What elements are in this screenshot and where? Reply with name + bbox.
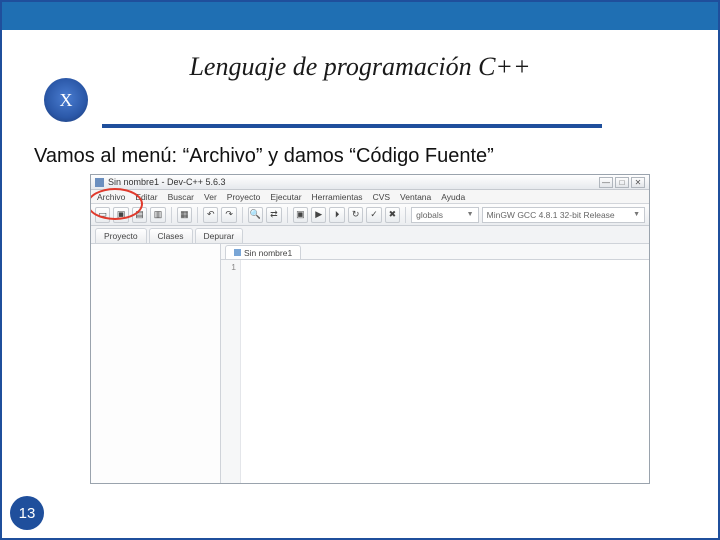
- run-button[interactable]: ▶: [311, 207, 326, 223]
- institution-logo: X: [44, 78, 88, 122]
- stop-button[interactable]: ✖: [385, 207, 400, 223]
- scope-combo-value: globals: [416, 210, 443, 220]
- menu-buscar[interactable]: Buscar: [168, 192, 194, 202]
- chevron-down-icon: ▼: [633, 211, 640, 218]
- slide-title: Lenguaje de programación C++: [2, 52, 718, 82]
- redo-icon: ↷: [225, 210, 233, 219]
- find-button[interactable]: 🔍: [248, 207, 263, 223]
- search-icon: 🔍: [250, 210, 261, 219]
- menu-proyecto[interactable]: Proyecto: [227, 192, 261, 202]
- minimize-button[interactable]: —: [599, 177, 613, 188]
- run-icon: ▶: [315, 210, 322, 219]
- new-file-icon: ▭: [98, 210, 107, 219]
- toolbar-separator: [197, 207, 198, 223]
- title-underline: [102, 124, 602, 128]
- rebuild-button[interactable]: ↻: [348, 207, 363, 223]
- code-editor[interactable]: [241, 260, 649, 483]
- compiler-combo[interactable]: MinGW GCC 4.8.1 32-bit Release ▼: [482, 207, 645, 223]
- stop-icon: ✖: [389, 210, 397, 219]
- ide-menubar: Archivo Editar Buscar Ver Proyecto Ejecu…: [91, 190, 649, 204]
- file-icon: [234, 249, 241, 256]
- compile-icon: ▣: [296, 210, 305, 219]
- page-number-badge: 13: [10, 496, 44, 530]
- gutter-line-1: 1: [221, 262, 236, 272]
- redo-button[interactable]: ↷: [221, 207, 236, 223]
- side-tab-proyecto[interactable]: Proyecto: [95, 228, 147, 243]
- menu-ventana[interactable]: Ventana: [400, 192, 431, 202]
- debug-button[interactable]: ✓: [366, 207, 381, 223]
- save-all-button[interactable]: ▥: [150, 207, 165, 223]
- save-all-icon: ▥: [154, 210, 163, 219]
- new-file-button[interactable]: ▭: [95, 207, 110, 223]
- compile-run-icon: ⏵: [335, 210, 340, 219]
- undo-icon: ↶: [207, 210, 215, 219]
- side-panel-tabbar: Proyecto Clases Depurar: [91, 226, 649, 244]
- undo-button[interactable]: ↶: [203, 207, 218, 223]
- side-tab-depurar[interactable]: Depurar: [195, 228, 244, 243]
- print-icon: ▦: [180, 210, 189, 219]
- toolbar-separator: [287, 207, 288, 223]
- editor-tab-label: Sin nombre1: [244, 248, 292, 258]
- editor-wrap: Sin nombre1 1: [221, 244, 649, 483]
- replace-icon: ⇄: [270, 210, 278, 219]
- save-button[interactable]: ▤: [132, 207, 147, 223]
- compile-button[interactable]: ▣: [293, 207, 308, 223]
- page-number: 13: [19, 505, 36, 522]
- app-icon: [95, 178, 104, 187]
- slide-caption: Vamos al menú: “Archivo” y damos “Código…: [34, 145, 494, 168]
- compile-run-button[interactable]: ⏵: [329, 207, 344, 223]
- maximize-button[interactable]: □: [615, 177, 629, 188]
- ide-window: Sin nombre1 - Dev-C++ 5.6.3 — □ ✕ Archiv…: [90, 174, 650, 484]
- menu-archivo[interactable]: Archivo: [97, 192, 125, 202]
- logo-letter: X: [60, 90, 73, 111]
- project-sidebar: [91, 244, 221, 483]
- toolbar-separator: [242, 207, 243, 223]
- line-gutter: 1: [221, 260, 241, 483]
- menu-ayuda[interactable]: Ayuda: [441, 192, 465, 202]
- side-tab-clases[interactable]: Clases: [149, 228, 193, 243]
- menu-herramientas[interactable]: Herramientas: [312, 192, 363, 202]
- editor-area: 1: [221, 260, 649, 483]
- rebuild-icon: ↻: [352, 210, 360, 219]
- editor-tab-sinnombre1[interactable]: Sin nombre1: [225, 245, 301, 259]
- open-file-button[interactable]: ▣: [113, 207, 128, 223]
- toolbar-separator: [171, 207, 172, 223]
- save-icon: ▤: [135, 210, 144, 219]
- ide-toolbar: ▭ ▣ ▤ ▥ ▦ ↶ ↷ 🔍 ⇄ ▣ ▶ ⏵ ↻ ✓ ✖ globals ▼: [91, 204, 649, 226]
- ide-body: Sin nombre1 1: [91, 244, 649, 483]
- slide-frame: Lenguaje de programación C++ X Vamos al …: [0, 0, 720, 540]
- print-button[interactable]: ▦: [177, 207, 192, 223]
- scope-combo[interactable]: globals ▼: [411, 207, 479, 223]
- menu-ejecutar[interactable]: Ejecutar: [270, 192, 301, 202]
- slide-top-bar: [2, 2, 718, 30]
- open-folder-icon: ▣: [117, 210, 126, 219]
- menu-editar[interactable]: Editar: [135, 192, 157, 202]
- window-controls: — □ ✕: [599, 177, 645, 188]
- menu-cvs[interactable]: CVS: [373, 192, 390, 202]
- menu-ver[interactable]: Ver: [204, 192, 217, 202]
- chevron-down-icon: ▼: [467, 211, 474, 218]
- debug-icon: ✓: [370, 210, 378, 219]
- ide-titlebar: Sin nombre1 - Dev-C++ 5.6.3 — □ ✕: [91, 175, 649, 190]
- compiler-combo-value: MinGW GCC 4.8.1 32-bit Release: [487, 210, 615, 220]
- editor-tabbar: Sin nombre1: [221, 244, 649, 260]
- ide-title-text: Sin nombre1 - Dev-C++ 5.6.3: [108, 177, 226, 187]
- close-button[interactable]: ✕: [631, 177, 645, 188]
- toolbar-separator: [405, 207, 406, 223]
- replace-button[interactable]: ⇄: [266, 207, 281, 223]
